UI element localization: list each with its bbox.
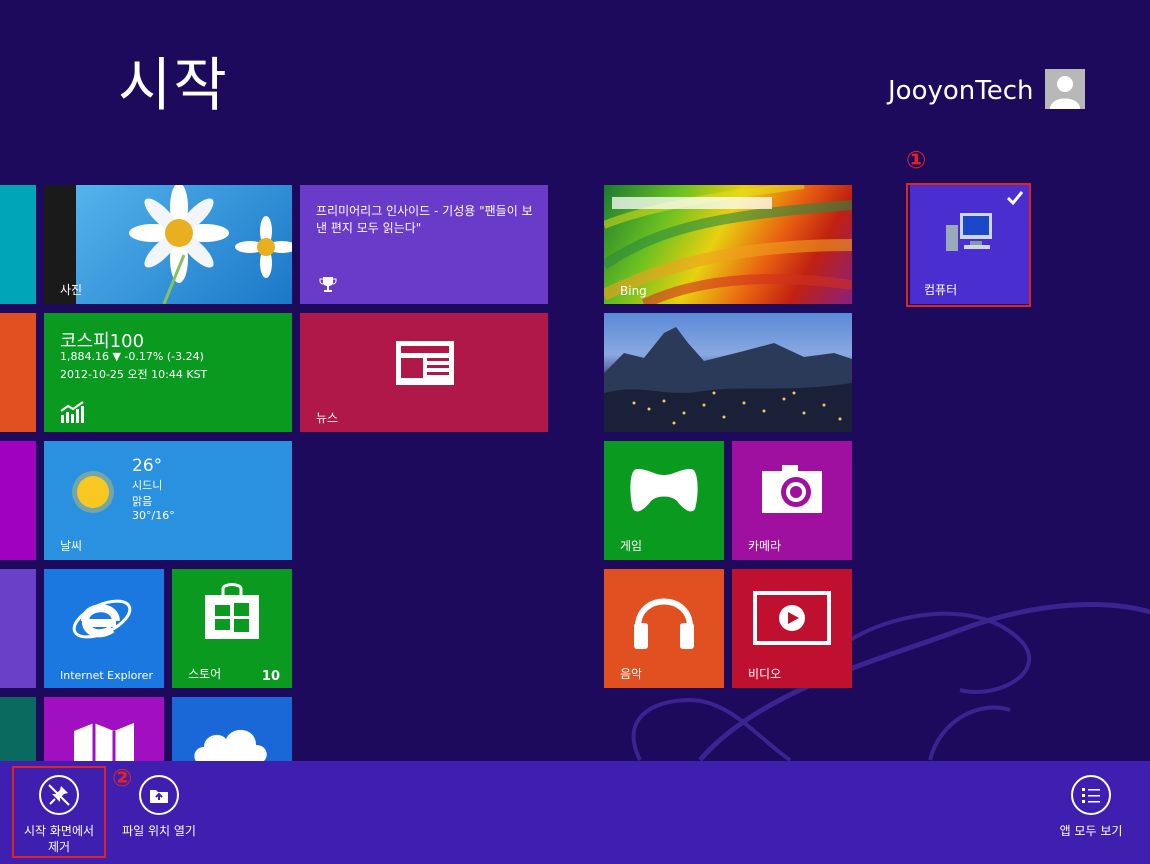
user-avatar-icon <box>1050 76 1080 109</box>
store-bag-icon <box>205 583 259 639</box>
tile-label: 날씨 <box>60 539 83 553</box>
photos-tile[interactable]: 사진 <box>44 185 292 304</box>
news-tile[interactable]: 뉴스 <box>300 313 548 432</box>
tile-label: 카메라 <box>748 539 782 553</box>
news-feed-tile[interactable]: 프리미어리그 인사이드 - 기성용 "팬들이 보낸 편지 모두 읽는다" <box>300 185 548 304</box>
all-apps-button[interactable]: 앱 모두 보기 <box>1046 775 1136 839</box>
tile-label: 게임 <box>620 539 643 553</box>
tile-label: 스토어 <box>188 667 222 681</box>
partial-tile[interactable] <box>0 441 36 560</box>
city-image <box>604 327 852 432</box>
partial-tile[interactable] <box>0 313 36 432</box>
partial-tile[interactable] <box>0 569 36 688</box>
skydrive-tile[interactable] <box>172 697 292 761</box>
newspaper-icon <box>396 341 454 385</box>
maps-tile[interactable] <box>44 697 164 761</box>
weather-tile[interactable]: 26° 시드니 맑음 30°/16° 날씨 <box>44 441 292 560</box>
highlight-box-unpin <box>12 766 106 858</box>
weather-temp: 26° <box>132 456 163 476</box>
annotation-marker-2: ② <box>112 764 133 792</box>
all-apps-label: 앱 모두 보기 <box>1059 824 1123 838</box>
music-tile[interactable]: 음악 <box>604 569 724 688</box>
user-name[interactable]: JooyonTech <box>888 76 1034 106</box>
page-title: 시작 <box>118 51 229 119</box>
tile-label: Bing <box>620 284 647 298</box>
highlight-box-computer <box>906 183 1031 307</box>
news-headline: 프리미어리그 인사이드 - 기성용 "팬들이 보낸 편지 모두 읽는다" <box>316 204 533 235</box>
finance-timestamp: 2012-10-25 오전 10:44 KST <box>60 368 208 381</box>
tile-label: 비디오 <box>748 667 782 681</box>
store-tile[interactable]: 스토어 10 <box>172 569 292 688</box>
partial-tile[interactable] <box>0 697 36 761</box>
internet-explorer-icon <box>72 599 132 639</box>
trophy-icon <box>319 277 337 292</box>
weather-condition: 맑음 <box>132 495 153 508</box>
finance-chart-icon <box>60 401 84 423</box>
xbox-controller-icon <box>630 469 698 512</box>
annotation-marker-1: ① <box>906 146 927 174</box>
internet-explorer-tile[interactable]: Internet Explorer <box>44 569 164 688</box>
open-location-label: 파일 위치 열기 <box>122 824 196 838</box>
camera-tile[interactable]: 카메라 <box>732 441 852 560</box>
games-tile[interactable]: 게임 <box>604 441 724 560</box>
finance-quote: 1,884.16 ▼ -0.17% (-3.24) <box>60 350 204 363</box>
headphones-icon <box>634 598 694 649</box>
app-bar: 시작 화면에서 제거 파일 위치 열기 앱 모두 보기 <box>0 761 1150 864</box>
tile-label: 뉴스 <box>316 411 339 425</box>
bing-search-box[interactable] <box>612 197 772 209</box>
weather-city: 시드니 <box>132 479 163 492</box>
avatar[interactable] <box>1045 69 1085 109</box>
video-icon <box>753 591 831 645</box>
bing-tile[interactable]: Bing <box>604 185 852 304</box>
travel-tile[interactable] <box>604 313 852 432</box>
list-icon <box>1071 775 1111 815</box>
camera-icon <box>762 465 822 513</box>
finance-tile[interactable]: 코스피100 1,884.16 ▼ -0.17% (-3.24) 2012-10… <box>44 313 292 432</box>
sun-icon <box>72 471 114 513</box>
cloud-icon <box>194 730 267 761</box>
maps-icon <box>74 723 134 761</box>
partial-tile[interactable] <box>0 185 36 304</box>
store-update-count: 10 <box>261 669 280 684</box>
tile-label: Internet Explorer <box>60 669 153 682</box>
tile-label: 사진 <box>60 283 83 297</box>
weather-range: 30°/16° <box>132 509 175 522</box>
tile-label: 음악 <box>620 667 643 681</box>
folder-icon <box>139 775 179 815</box>
video-tile[interactable]: 비디오 <box>732 569 852 688</box>
